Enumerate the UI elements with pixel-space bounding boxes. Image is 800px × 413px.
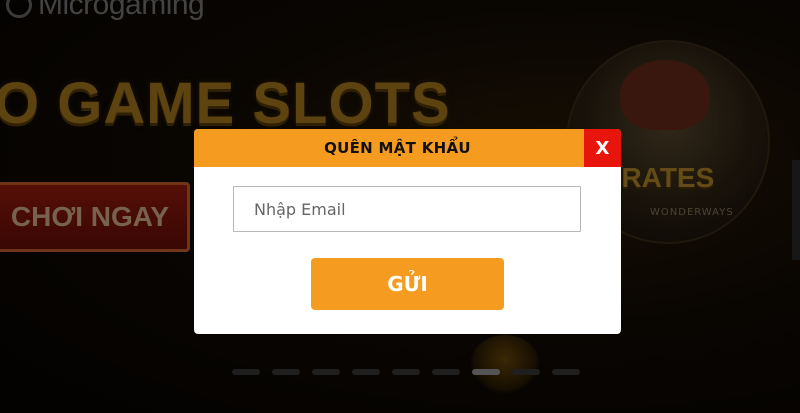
modal-header: QUÊN MẬT KHẨU X bbox=[194, 129, 621, 167]
email-field[interactable] bbox=[233, 186, 581, 232]
submit-button[interactable]: GỬI bbox=[311, 258, 504, 310]
close-button[interactable]: X bbox=[584, 129, 621, 167]
modal-title: QUÊN MẬT KHẨU bbox=[324, 139, 471, 157]
forgot-password-modal: QUÊN MẬT KHẨU X GỬI bbox=[194, 129, 621, 334]
